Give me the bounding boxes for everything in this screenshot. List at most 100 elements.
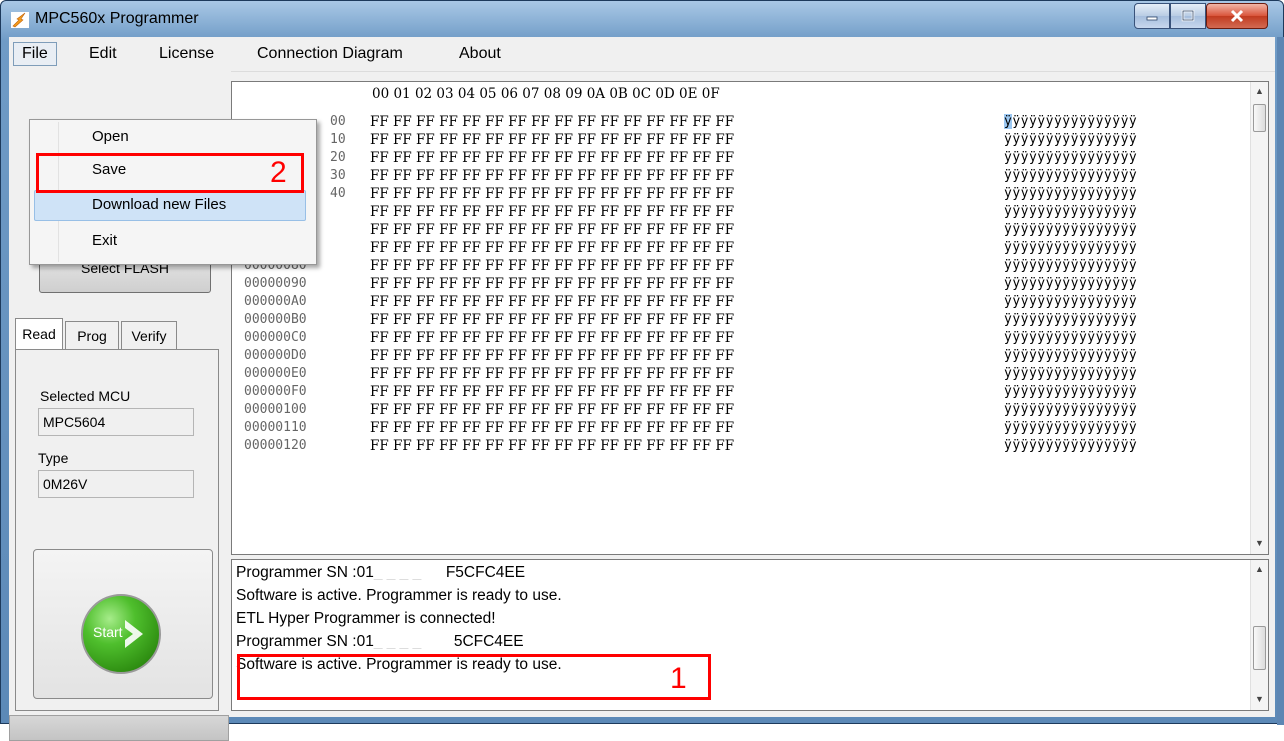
hex-row-bytes: FF FF FF FF FF FF FF FF FF FF FF FF FF F… (370, 222, 735, 238)
maximize-button[interactable] (1170, 3, 1206, 29)
hex-row-bytes: FF FF FF FF FF FF FF FF FF FF FF FF FF F… (370, 150, 735, 166)
hex-row-ascii: ÿÿÿÿÿÿÿÿÿÿÿÿÿÿÿÿ (1004, 186, 1138, 201)
hex-row-address: 00000090 (244, 276, 307, 291)
hex-row-address: 40 (330, 186, 346, 201)
menu-connection-diagram[interactable]: Connection Diagram (249, 43, 411, 65)
hex-row-bytes: FF FF FF FF FF FF FF FF FF FF FF FF FF F… (370, 168, 735, 184)
log-line: Software is active. Programmer is ready … (236, 587, 562, 604)
hex-row-bytes: FF FF FF FF FF FF FF FF FF FF FF FF FF F… (370, 114, 735, 130)
tab-verify[interactable]: Verify (121, 321, 177, 349)
tab-prog-label: Prog (77, 327, 107, 344)
hex-row-address: 30 (330, 168, 346, 183)
scroll-down-icon[interactable]: ▼ (1251, 690, 1268, 708)
window-right-border (1277, 37, 1284, 725)
hex-row-bytes: FF FF FF FF FF FF FF FF FF FF FF FF FF F… (370, 294, 735, 310)
annotation-number-2: 2 (270, 156, 287, 189)
hex-row-bytes: FF FF FF FF FF FF FF FF FF FF FF FF FF F… (370, 366, 735, 382)
window-title: MPC560x Programmer (35, 10, 199, 27)
hex-column-header: 00 01 02 03 04 05 06 07 08 09 0A 0B 0C 0… (372, 86, 720, 102)
menu-edit[interactable]: Edit (81, 43, 125, 65)
hex-row-bytes: FF FF FF FF FF FF FF FF FF FF FF FF FF F… (370, 402, 735, 418)
tab-prog[interactable]: Prog (65, 321, 119, 349)
hex-row-ascii: ÿÿÿÿÿÿÿÿÿÿÿÿÿÿÿÿ (1004, 330, 1138, 345)
hex-row-address: 000000A0 (244, 294, 307, 309)
scroll-thumb[interactable] (1253, 104, 1266, 132)
hex-row-ascii: ÿÿÿÿÿÿÿÿÿÿÿÿÿÿÿÿ (1004, 402, 1138, 417)
menu-download-new-files[interactable]: Download new Files (92, 196, 226, 213)
hex-row-ascii: ÿÿÿÿÿÿÿÿÿÿÿÿÿÿÿÿ (1004, 258, 1138, 273)
hex-row-ascii: ÿÿÿÿÿÿÿÿÿÿÿÿÿÿÿÿ (1004, 150, 1138, 165)
minimize-icon (1146, 16, 1158, 21)
log-line: Programmer SN :01_ _ _ _ 5CFC4EE (236, 633, 524, 650)
selected-mcu-field: MPC5604 (38, 408, 194, 436)
hex-row-address: 00 (330, 114, 346, 129)
hex-row-address: 000000E0 (244, 366, 307, 381)
hex-row-bytes: FF FF FF FF FF FF FF FF FF FF FF FF FF F… (370, 420, 735, 436)
minimize-button[interactable] (1134, 3, 1170, 29)
hex-row-bytes: FF FF FF FF FF FF FF FF FF FF FF FF FF F… (370, 312, 735, 328)
annotation-number-1: 1 (670, 662, 687, 695)
tab-read-label: Read (22, 326, 56, 342)
hex-row-address: 000000F0 (244, 384, 307, 399)
menu-exit[interactable]: Exit (92, 232, 117, 249)
log-line: ETL Hyper Programmer is connected! (236, 610, 496, 627)
hex-row-bytes: FF FF FF FF FF FF FF FF FF FF FF FF FF F… (370, 330, 735, 346)
title-bar[interactable]: MPC560x Programmer (1, 1, 1283, 37)
hex-row-ascii: ÿÿÿÿÿÿÿÿÿÿÿÿÿÿÿÿ (1004, 366, 1138, 381)
app-window: MPC560x Programmer File Edit License Con… (0, 0, 1284, 741)
hex-row-address: 00000100 (244, 402, 307, 417)
hex-row-ascii: ÿÿÿÿÿÿÿÿÿÿÿÿÿÿÿÿ (1004, 114, 1137, 129)
hex-row-ascii: ÿÿÿÿÿÿÿÿÿÿÿÿÿÿÿÿ (1004, 438, 1138, 453)
log-scrollbar[interactable]: ▲ ▼ (1250, 560, 1268, 710)
menu-open[interactable]: Open (92, 128, 129, 145)
menu-license[interactable]: License (151, 43, 222, 65)
hex-row-ascii: ÿÿÿÿÿÿÿÿÿÿÿÿÿÿÿÿ (1004, 204, 1138, 219)
tab-read[interactable]: Read (15, 318, 63, 349)
hex-row-address: 000000B0 (244, 312, 307, 327)
menu-about[interactable]: About (451, 43, 509, 65)
client-area: File Edit License Connection Diagram Abo… (9, 37, 1275, 741)
left-status-bar (9, 715, 229, 741)
scroll-up-icon[interactable]: ▲ (1251, 560, 1268, 578)
annotation-box-2 (36, 153, 304, 193)
hex-row-bytes: FF FF FF FF FF FF FF FF FF FF FF FF FF F… (370, 384, 735, 400)
hex-row-ascii: ÿÿÿÿÿÿÿÿÿÿÿÿÿÿÿÿ (1004, 222, 1138, 237)
hex-row-ascii: ÿÿÿÿÿÿÿÿÿÿÿÿÿÿÿÿ (1004, 294, 1138, 309)
hex-row-address: 10 (330, 132, 346, 147)
hex-row-ascii: ÿÿÿÿÿÿÿÿÿÿÿÿÿÿÿÿ (1004, 132, 1138, 147)
menu-bar: File Edit License Connection Diagram Abo… (9, 37, 1275, 72)
selected-mcu-label: Selected MCU (40, 388, 131, 404)
scroll-up-icon[interactable]: ▲ (1251, 82, 1268, 100)
start-panel: Start (33, 549, 213, 699)
tab-verify-label: Verify (131, 327, 167, 344)
menu-file[interactable]: File (13, 42, 57, 66)
app-icon (11, 12, 29, 28)
hex-row-bytes: FF FF FF FF FF FF FF FF FF FF FF FF FF F… (370, 186, 735, 202)
hex-row-ascii: ÿÿÿÿÿÿÿÿÿÿÿÿÿÿÿÿ (1004, 240, 1138, 255)
hex-row-ascii: ÿÿÿÿÿÿÿÿÿÿÿÿÿÿÿÿ (1004, 276, 1138, 291)
hex-view[interactable]: 00 01 02 03 04 05 06 07 08 09 0A 0B 0C 0… (231, 81, 1269, 555)
hex-row-bytes: FF FF FF FF FF FF FF FF FF FF FF FF FF F… (370, 204, 735, 220)
ascii-rest: ÿÿÿÿÿÿÿÿÿÿÿÿÿÿÿ (1012, 114, 1138, 129)
type-field: 0M26V (38, 470, 194, 498)
log-line: Programmer SN :01_ _ _ _ F5CFC4EE (236, 564, 526, 581)
close-icon (1230, 9, 1244, 23)
scroll-thumb[interactable] (1253, 626, 1266, 670)
hex-row-address: 20 (330, 150, 346, 165)
hex-row-ascii: ÿÿÿÿÿÿÿÿÿÿÿÿÿÿÿÿ (1004, 312, 1138, 327)
hex-row-address: 000000D0 (244, 348, 307, 363)
start-label: Start (93, 624, 123, 640)
hex-row-address: 00000120 (244, 438, 307, 453)
close-button[interactable] (1206, 3, 1268, 29)
scroll-down-icon[interactable]: ▼ (1251, 534, 1268, 552)
hex-row-bytes: FF FF FF FF FF FF FF FF FF FF FF FF FF F… (370, 258, 735, 274)
hex-scrollbar[interactable]: ▲ ▼ (1250, 82, 1268, 554)
hex-row-ascii: ÿÿÿÿÿÿÿÿÿÿÿÿÿÿÿÿ (1004, 168, 1138, 183)
type-label: Type (38, 450, 69, 466)
hex-row-bytes: FF FF FF FF FF FF FF FF FF FF FF FF FF F… (370, 348, 735, 364)
hex-row-address: 000000C0 (244, 330, 307, 345)
maximize-icon (1181, 10, 1195, 22)
hex-row-bytes: FF FF FF FF FF FF FF FF FF FF FF FF FF F… (370, 438, 735, 454)
hex-row-address: 00000110 (244, 420, 307, 435)
start-button[interactable]: Start (81, 594, 161, 674)
